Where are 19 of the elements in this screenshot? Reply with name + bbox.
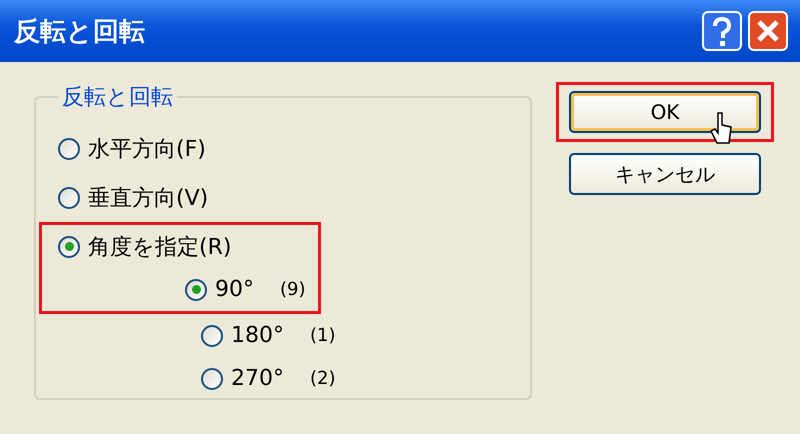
radio-option[interactable]: 水平方向(F) bbox=[58, 127, 318, 170]
window-title: 反転と回転 bbox=[14, 16, 145, 48]
radio-option[interactable]: 角度を指定(R) bbox=[58, 225, 318, 268]
radio-option[interactable]: 90° (9) bbox=[185, 268, 318, 311]
dialog-button[interactable]: キャンセル bbox=[569, 153, 761, 195]
cursor-icon bbox=[709, 111, 733, 147]
group-title: 反転と回転 bbox=[61, 84, 174, 112]
radio-option[interactable]: 垂直方向(V) bbox=[58, 176, 318, 219]
radio-button[interactable] bbox=[58, 186, 80, 208]
radio-option[interactable]: 180° (1) bbox=[201, 314, 530, 357]
radio-button[interactable] bbox=[58, 236, 80, 258]
radio-button[interactable] bbox=[201, 368, 223, 390]
dialog-button[interactable]: OK bbox=[569, 91, 761, 133]
radio-button[interactable] bbox=[185, 278, 207, 300]
radio-button[interactable] bbox=[201, 324, 223, 346]
radio-button[interactable] bbox=[58, 138, 80, 160]
close-button[interactable] bbox=[748, 11, 788, 51]
help-button[interactable] bbox=[702, 11, 742, 51]
radio-option[interactable]: 270° (2) bbox=[201, 357, 530, 400]
